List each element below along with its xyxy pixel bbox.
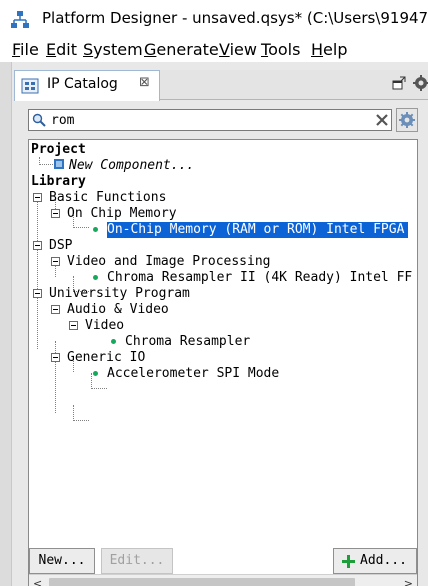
tree-video[interactable]: Video	[85, 318, 124, 334]
ip-component-icon	[93, 275, 98, 280]
tree-guide	[73, 405, 74, 421]
search-box	[28, 109, 392, 131]
tree-university-program[interactable]: University Program	[49, 286, 190, 302]
menu-help[interactable]: Help	[311, 40, 347, 59]
tree-dsp[interactable]: DSP	[49, 238, 72, 254]
menu-bar: File Edit System Generate View Tools Hel…	[0, 38, 428, 62]
tree-guide	[73, 420, 89, 421]
left-dock-edge	[0, 62, 12, 586]
panel-menu-gear-icon[interactable]	[412, 74, 428, 92]
collapse-audio-video-icon[interactable]	[51, 305, 60, 314]
scroll-right-icon[interactable]: >	[404, 577, 413, 586]
tree-chroma-resampler-ii[interactable]: Chroma Resampler II (4K Ready) Intel FF	[107, 270, 412, 286]
menu-help-label: elp	[323, 40, 348, 59]
collapse-on-chip-memory-icon[interactable]	[51, 209, 60, 218]
scrollbar-thumb[interactable]	[49, 578, 355, 586]
menu-file-mnemonic: F	[12, 40, 21, 59]
edit-button[interactable]: Edit...	[101, 548, 173, 574]
tree-on-chip-memory[interactable]: On Chip Memory	[67, 206, 177, 222]
menu-edit-mnemonic: E	[46, 40, 57, 59]
tree-project[interactable]: Project	[31, 142, 86, 158]
ip-component-icon	[93, 371, 98, 376]
menu-system-mnemonic: S	[83, 40, 94, 59]
horizontal-scrollbar[interactable]: < >	[29, 574, 417, 586]
tab-ip-catalog-label: IP Catalog	[47, 76, 118, 92]
tree-guide	[91, 373, 92, 389]
tree-accelerometer-spi[interactable]: Accelerometer SPI Mode	[107, 366, 279, 382]
menu-generate-mnemonic: G	[144, 40, 157, 59]
menu-view-label: iew	[229, 40, 257, 59]
tree-chroma-resampler[interactable]: Chroma Resampler	[125, 334, 250, 350]
search-icon	[32, 113, 46, 127]
collapse-dsp-icon[interactable]	[33, 241, 42, 250]
settings-gear-icon	[399, 112, 415, 128]
ip-tree: Project New Component... Library Basic F…	[28, 139, 418, 586]
ip-component-icon	[93, 227, 98, 232]
tree-video-image-processing[interactable]: Video and Image Processing	[67, 254, 271, 270]
menu-help-mnemonic: H	[311, 40, 324, 59]
platform-designer-icon	[11, 11, 29, 28]
panel-tab-header: IP Catalog ⊠	[14, 70, 428, 101]
menu-file[interactable]: File	[12, 40, 39, 59]
add-button[interactable]: Add...	[333, 548, 417, 574]
add-button-label: Add...	[360, 553, 407, 568]
scroll-left-icon[interactable]: <	[33, 577, 42, 586]
clear-search-icon[interactable]	[375, 112, 389, 128]
window-title: Platform Designer - unsaved.qsys* (C:\Us…	[42, 9, 428, 27]
menu-view[interactable]: View	[219, 40, 257, 59]
menu-edit-label: dit	[56, 40, 77, 59]
tab-close-icon[interactable]: ⊠	[139, 75, 150, 90]
menu-file-label: ile	[20, 40, 39, 59]
collapse-generic-io-icon[interactable]	[51, 353, 60, 362]
plus-icon	[342, 555, 355, 568]
tree-new-component[interactable]: New Component...	[69, 158, 194, 174]
tree-guide	[91, 388, 107, 389]
ip-catalog-frame: IP Catalog ⊠ rom Project New Component..…	[0, 62, 428, 586]
tree-audio-video[interactable]: Audio & Video	[67, 302, 169, 318]
ip-component-icon	[111, 339, 116, 344]
collapse-video-icon[interactable]	[69, 321, 78, 330]
menu-generate[interactable]: Generate	[144, 40, 219, 59]
menu-generate-label: enerate	[156, 40, 219, 59]
tree-guide	[55, 341, 56, 413]
tree-guide	[39, 164, 53, 165]
new-button[interactable]: New...	[29, 548, 95, 574]
collapse-video-image-icon[interactable]	[51, 257, 60, 266]
tree-on-chip-memory-ip[interactable]: On-Chip Memory (RAM or ROM) Intel FPGA	[105, 221, 410, 239]
menu-system-label: ystem	[93, 40, 143, 59]
menu-edit[interactable]: Edit	[46, 40, 77, 59]
menu-tools-mnemonic: T	[261, 40, 269, 59]
search-input[interactable]	[51, 111, 371, 129]
tree-generic-io[interactable]: Generic IO	[67, 350, 145, 366]
float-panel-icon[interactable]	[392, 76, 406, 90]
menu-system[interactable]: System	[83, 40, 143, 59]
search-settings-button[interactable]	[396, 108, 418, 132]
menu-view-mnemonic: V	[219, 40, 230, 59]
tree-library[interactable]: Library	[31, 174, 86, 190]
tree-guide	[37, 197, 38, 349]
menu-tools[interactable]: Tools	[261, 40, 300, 59]
collapse-basic-functions-icon[interactable]	[33, 193, 42, 202]
title-bar: Platform Designer - unsaved.qsys* (C:\Us…	[0, 0, 428, 38]
ip-catalog-icon	[21, 78, 39, 94]
collapse-university-program-icon[interactable]	[33, 289, 42, 298]
tree-basic-functions[interactable]: Basic Functions	[49, 190, 166, 206]
tab-ip-catalog[interactable]: IP Catalog ⊠	[14, 70, 160, 101]
new-component-icon	[54, 159, 64, 169]
menu-tools-label: ools	[268, 40, 301, 59]
tree-guide	[73, 227, 89, 228]
